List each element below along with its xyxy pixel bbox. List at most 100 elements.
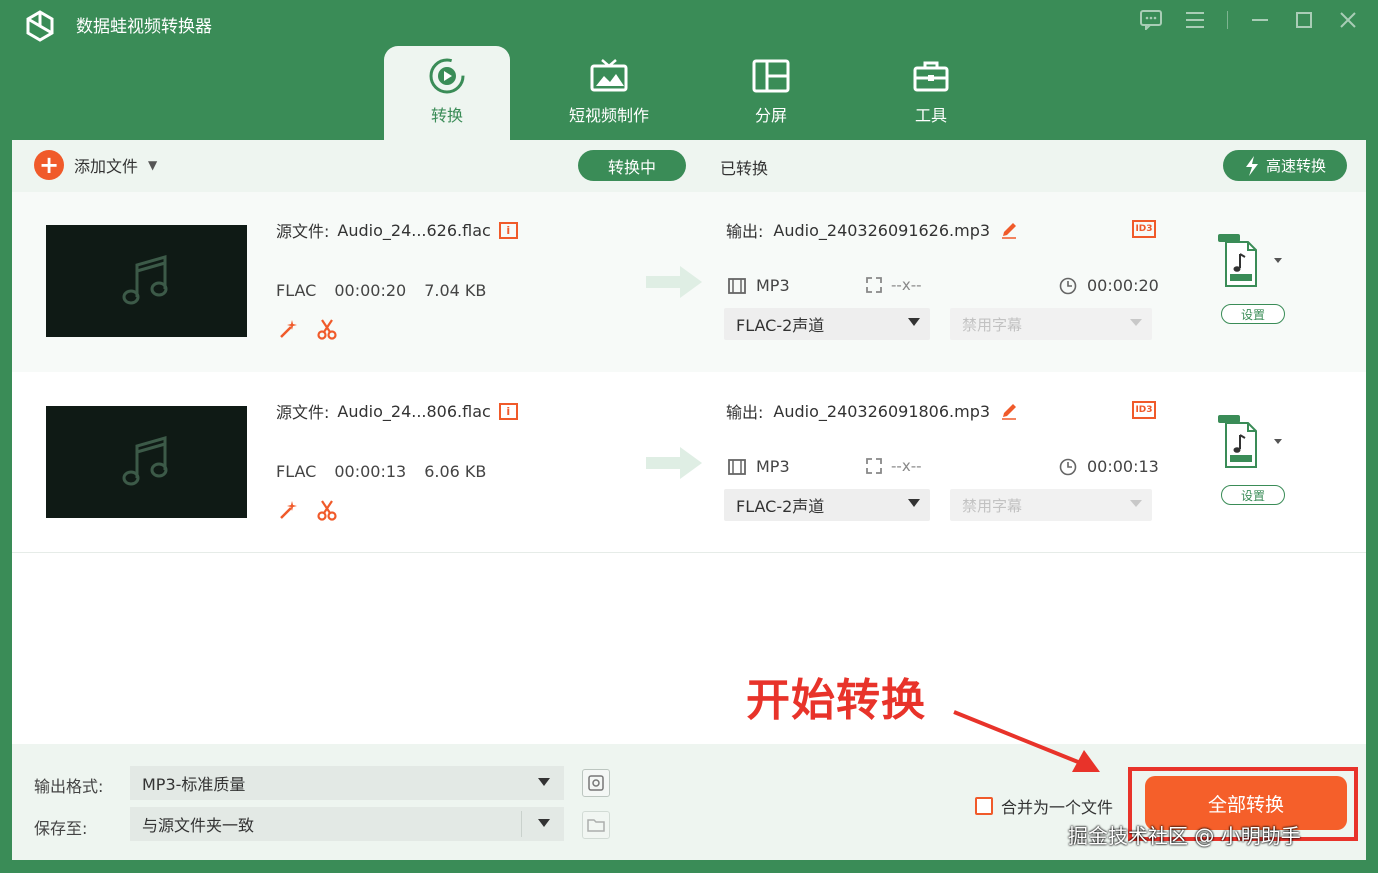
annotation-text: 开始转换 [746, 675, 926, 726]
chevron-down-icon [908, 499, 920, 507]
output-file-name: Audio_240326091626.mp3 [773, 220, 991, 240]
music-note-icon [122, 436, 167, 486]
menu-icon[interactable] [1183, 8, 1207, 32]
id3-tag-icon[interactable]: ID3 [1132, 220, 1156, 238]
output-file-name: Audio_240326091806.mp3 [773, 401, 991, 421]
merge-files-checkbox[interactable]: 合并为一个文件 [975, 794, 1113, 818]
convert-icon [427, 56, 467, 96]
select-divider [521, 811, 522, 837]
output-resolution-value: --x-- [891, 457, 922, 475]
source-format: FLAC [276, 281, 317, 300]
id3-tag-icon[interactable]: ID3 [1132, 401, 1156, 419]
source-file-name: Audio_24...626.flac [337, 220, 491, 240]
open-folder-button[interactable] [582, 811, 610, 839]
output-label: 输出: [726, 403, 764, 422]
scissors-icon[interactable] [316, 318, 338, 340]
source-file-line: 源文件: Audio_24...626.flac i [276, 218, 518, 242]
subtitle-value: 禁用字幕 [962, 315, 1023, 334]
save-to-select[interactable]: 与源文件夹一致 [130, 807, 564, 841]
source-label: 源文件: [276, 403, 330, 422]
tab-tools-label: 工具 [914, 106, 947, 125]
output-format: MP3 [728, 457, 790, 476]
format-settings-button[interactable] [582, 769, 610, 797]
save-to-select-value: 与源文件夹一致 [142, 816, 255, 835]
tab-convert-label: 转换 [430, 106, 463, 125]
merge-files-label: 合并为一个文件 [1001, 798, 1114, 817]
feedback-icon[interactable] [1139, 8, 1163, 32]
subtitle-select[interactable]: 禁用字幕 [950, 308, 1152, 340]
scissors-icon[interactable] [316, 499, 338, 521]
tab-tools[interactable]: 工具 [868, 46, 994, 142]
title-bar: 数据蛙视频转换器 [0, 0, 1378, 140]
mp3-file-icon[interactable] [1216, 415, 1286, 471]
file-toolbar: + 添加文件 ▼ 转换中 已转换 高速转换 [12, 140, 1366, 192]
source-meta: FLAC 00:00:13 6.06 KB [276, 462, 486, 481]
output-file-line: 输出: Audio_240326091626.mp3 [726, 218, 1018, 242]
tab-split-screen-label: 分屏 [754, 106, 787, 125]
output-duration-value: 00:00:13 [1087, 457, 1159, 476]
tab-converting[interactable]: 转换中 [578, 150, 686, 181]
settings-button[interactable]: 设置 [1221, 485, 1285, 505]
output-resolution-value: --x-- [891, 276, 922, 294]
file-row: 源文件: Audio_24...626.flac i FLAC 00:00:20… [12, 192, 1366, 372]
output-format-value: MP3 [756, 276, 790, 295]
window-controls [1139, 8, 1360, 32]
pencil-icon[interactable] [1000, 221, 1018, 239]
output-format-select[interactable]: MP3-标准质量 [130, 766, 564, 800]
checkbox-icon[interactable] [975, 797, 993, 815]
output-format: MP3 [728, 276, 790, 295]
edit-tools [278, 318, 338, 340]
convert-arrow-icon [646, 266, 702, 298]
save-to-label: 保存至: [34, 819, 88, 838]
audio-track-select[interactable]: FLAC-2声道 [724, 489, 930, 521]
output-duration-value: 00:00:20 [1087, 276, 1159, 295]
split-screen-icon [751, 56, 791, 96]
source-label: 源文件: [276, 222, 330, 241]
source-meta: FLAC 00:00:20 7.04 KB [276, 281, 486, 300]
add-file-label: 添加文件 [74, 157, 139, 176]
audio-track-value: FLAC-2声道 [736, 316, 825, 335]
tab-converted[interactable]: 已转换 [720, 155, 768, 179]
app-logo-icon [26, 10, 54, 42]
settings-button[interactable]: 设置 [1221, 304, 1285, 324]
chevron-down-icon [1130, 319, 1142, 326]
gear-icon [588, 775, 604, 791]
music-note-icon [122, 255, 167, 305]
source-file-line: 源文件: Audio_24...806.flac i [276, 399, 518, 423]
add-icon: + [34, 150, 64, 180]
maximize-icon[interactable] [1292, 8, 1316, 32]
output-file-line: 输出: Audio_240326091806.mp3 [726, 399, 1018, 423]
magic-wand-icon[interactable] [278, 318, 300, 340]
chevron-down-icon [1130, 500, 1142, 507]
lightning-icon [1245, 155, 1258, 176]
tab-short-video[interactable]: 短视频制作 [546, 46, 672, 142]
file-thumbnail [46, 406, 247, 518]
film-icon [728, 458, 746, 475]
high-speed-convert-label: 高速转换 [1265, 157, 1326, 175]
tab-short-video-label: 短视频制作 [568, 106, 649, 125]
subtitle-select[interactable]: 禁用字幕 [950, 489, 1152, 521]
file-row: 源文件: Audio_24...806.flac i FLAC 00:00:13… [12, 373, 1366, 553]
source-file-name: Audio_24...806.flac [337, 401, 491, 421]
audio-track-select[interactable]: FLAC-2声道 [724, 308, 930, 340]
pencil-icon[interactable] [1000, 402, 1018, 420]
tab-split-screen[interactable]: 分屏 [708, 46, 834, 142]
photo-icon [589, 56, 629, 96]
edit-tools [278, 499, 338, 521]
clock-icon [1059, 277, 1077, 294]
folder-icon [587, 819, 605, 832]
chevron-down-icon[interactable]: ▼ [148, 158, 157, 172]
add-file-button[interactable]: + 添加文件 ▼ [34, 150, 157, 180]
info-icon[interactable]: i [498, 221, 518, 239]
magic-wand-icon[interactable] [278, 499, 300, 521]
subtitle-value: 禁用字幕 [962, 496, 1023, 515]
output-label: 输出: [726, 222, 764, 241]
close-icon[interactable] [1336, 8, 1360, 32]
minimize-icon[interactable] [1248, 8, 1272, 32]
high-speed-convert-button[interactable]: 高速转换 [1223, 150, 1347, 181]
convert-arrow-icon [646, 447, 702, 479]
output-duration: 00:00:13 [1059, 457, 1159, 476]
info-icon[interactable]: i [498, 402, 518, 420]
tab-convert[interactable]: 转换 [384, 46, 510, 142]
mp3-file-icon[interactable] [1216, 234, 1286, 290]
